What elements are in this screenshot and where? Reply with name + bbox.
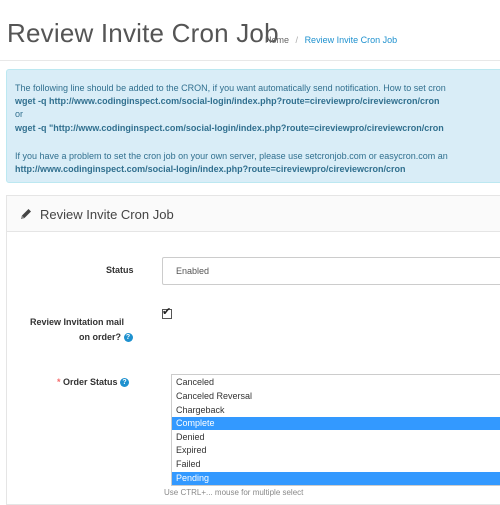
panel-heading: Review Invite Cron Job <box>7 196 500 232</box>
pencil-icon <box>21 209 31 219</box>
breadcrumb: Home / Review Invite Cron Job <box>265 35 397 45</box>
order-status-label: * Order Status ? <box>57 377 130 388</box>
status-label: Status <box>106 265 134 275</box>
order-status-option[interactable]: Expired <box>172 444 500 457</box>
order-status-option[interactable]: Chargeback <box>172 404 500 417</box>
cron-info-alert: The following line should be added to th… <box>6 69 500 183</box>
alert-intro-text: The following line should be added to th… <box>15 83 446 93</box>
alert-problem-text: If you have a problem to set the cron jo… <box>15 151 448 161</box>
question-circle-icon[interactable]: ? <box>120 378 130 388</box>
breadcrumb-home-link[interactable]: Home <box>265 35 289 45</box>
page-header: Review Invite Cron Job Home / Review Inv… <box>0 0 500 61</box>
checkmark-icon: ✔ <box>162 306 172 318</box>
order-status-option[interactable]: Denied <box>172 431 500 444</box>
order-status-multiselect[interactable]: Canceled Canceled Reversal Chargeback Co… <box>171 374 500 486</box>
alert-or-text: or <box>15 109 24 119</box>
order-status-option[interactable]: Canceled Reversal <box>172 390 500 403</box>
breadcrumb-current-link[interactable]: Review Invite Cron Job <box>305 35 398 45</box>
order-status-label-text: Order Status <box>63 377 118 387</box>
mail-on-order-checkbox[interactable]: ✔ <box>162 306 172 319</box>
alert-url-text: http://www.codinginspect.com/social-logi… <box>15 164 406 174</box>
question-circle-icon[interactable]: ? <box>123 333 133 343</box>
alert-wget-quoted-command: wget -q "http://www.codinginspect.com/so… <box>15 123 444 133</box>
alert-wget-command: wget -q http://www.codinginspect.com/soc… <box>15 96 440 106</box>
status-select[interactable]: Enabled <box>162 257 500 285</box>
breadcrumb-separator: / <box>295 35 299 45</box>
order-status-option[interactable]: Failed <box>172 458 500 471</box>
mail-on-order-label-line1: Review Invitation mail <box>30 317 125 327</box>
order-status-option[interactable]: Canceled <box>172 376 500 389</box>
order-status-option[interactable]: Complete <box>172 417 500 430</box>
panel-title: Review Invite Cron Job <box>40 207 174 222</box>
page-title: Review Invite Cron Job <box>7 18 279 48</box>
multiselect-help-text: Use CTRL+... mouse for multiple select <box>164 488 304 497</box>
order-status-option[interactable]: Pending <box>172 472 500 485</box>
mail-on-order-label-text: on order? <box>79 332 121 342</box>
required-marker: * <box>57 377 61 387</box>
mail-on-order-label-line2: on order? ? <box>79 332 133 343</box>
status-select-value: Enabled <box>176 266 210 276</box>
